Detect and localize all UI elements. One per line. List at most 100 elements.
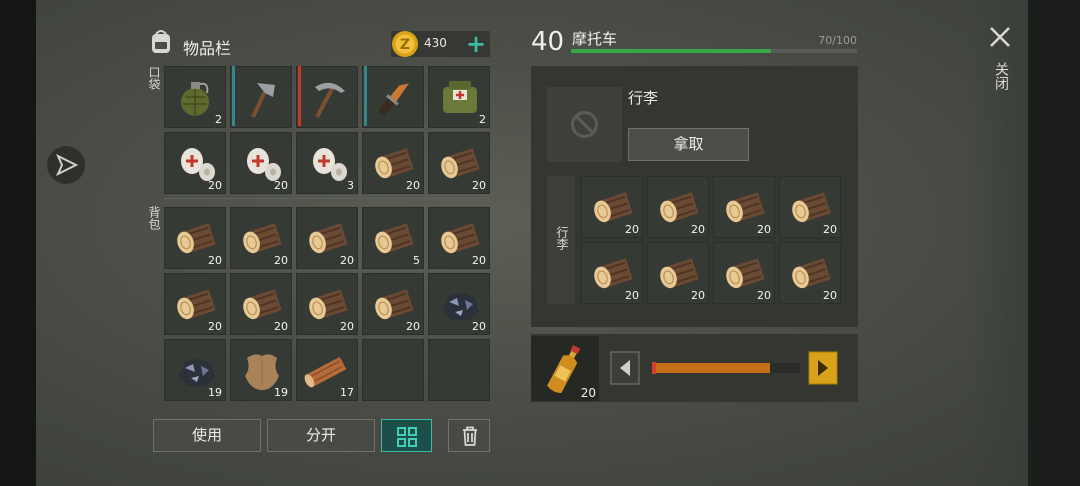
backpack-slot[interactable]: 20 <box>164 273 226 335</box>
take-button[interactable]: 拿取 <box>628 128 749 161</box>
item-count: 20 <box>757 223 771 236</box>
item-count: 17 <box>340 386 354 399</box>
pocket-slot[interactable]: 20 <box>164 132 226 194</box>
backpack-slot[interactable]: 20 <box>230 207 292 269</box>
medkit-icon <box>443 81 477 113</box>
item-count: 5 <box>413 254 420 267</box>
vehicle-capacity: 70/100 <box>818 34 857 47</box>
navigation-arrow-icon <box>55 153 79 177</box>
slider-increase-button[interactable] <box>808 351 838 385</box>
no-item-icon <box>571 111 598 138</box>
grid-view-button[interactable] <box>381 419 432 452</box>
item-count: 20 <box>472 320 486 333</box>
backpack-slot[interactable]: 5 <box>362 207 424 269</box>
vehicle-name: 摩托车 <box>572 30 618 48</box>
pocket-slot[interactable]: 2 <box>428 66 490 128</box>
close-button[interactable] <box>985 22 1015 52</box>
pocket-slot[interactable]: 20 <box>428 132 490 194</box>
arrow-left-icon <box>610 351 640 385</box>
fuel-slot[interactable]: 20 <box>531 336 599 401</box>
capacity-bar-fill <box>571 49 772 53</box>
item-count: 20 <box>691 289 705 302</box>
luggage-side-label: 行李 <box>555 226 569 250</box>
item-count: 20 <box>823 223 837 236</box>
backpack-slot[interactable]: 19 <box>230 339 292 401</box>
item-count: 2 <box>215 113 222 126</box>
backpack-icon <box>152 30 170 53</box>
backpack-empty-slot[interactable] <box>428 339 490 401</box>
section-divider <box>164 198 490 199</box>
backpack-slot[interactable]: 20 <box>296 207 358 269</box>
backpack-empty-slot[interactable] <box>362 339 424 401</box>
quantity-slider-handle[interactable] <box>652 362 656 374</box>
bandage-icon <box>313 148 347 181</box>
slider-decrease-button[interactable] <box>610 351 640 385</box>
pocket-slot[interactable]: 20 <box>362 132 424 194</box>
luggage-side-tab: 行李 <box>547 176 575 304</box>
vehicle-level: 40 <box>531 27 565 57</box>
item-count: 20 <box>625 223 639 236</box>
luggage-preview-slot <box>547 87 622 162</box>
add-coins-button[interactable]: + <box>464 31 488 57</box>
pocket-slot[interactable]: 2 <box>164 66 226 128</box>
item-count: 20 <box>340 254 354 267</box>
item-count: 20 <box>274 320 288 333</box>
knife-icon <box>378 83 410 116</box>
item-count: 20 <box>691 223 705 236</box>
luggage-slot[interactable]: 20 <box>779 176 841 238</box>
backpack-slot[interactable]: 17 <box>296 339 358 401</box>
backpack-slot[interactable]: 19 <box>164 339 226 401</box>
item-count: 20 <box>208 179 222 192</box>
item-count: 19 <box>274 386 288 399</box>
left-edge <box>0 0 36 486</box>
item-count: 20 <box>208 320 222 333</box>
pocket-slot[interactable] <box>230 66 292 128</box>
item-count: 20 <box>472 179 486 192</box>
item-count: 20 <box>625 289 639 302</box>
pocket-slot[interactable] <box>296 66 358 128</box>
backpack-slot[interactable]: 20 <box>230 273 292 335</box>
luggage-slot[interactable]: 20 <box>581 176 643 238</box>
split-button[interactable]: 分开 <box>267 419 375 452</box>
item-count: 20 <box>274 254 288 267</box>
item-count: 2 <box>479 113 486 126</box>
luggage-slot[interactable]: 20 <box>647 242 709 304</box>
item-count: 19 <box>208 386 222 399</box>
backpack-slot[interactable]: 20 <box>428 207 490 269</box>
item-count: 20 <box>406 320 420 333</box>
luggage-slot[interactable]: 20 <box>647 176 709 238</box>
item-count: 20 <box>340 320 354 333</box>
backpack-slot[interactable]: 20 <box>428 273 490 335</box>
log-icon <box>375 223 414 254</box>
item-count: 20 <box>823 289 837 302</box>
luggage-slot[interactable]: 20 <box>581 242 643 304</box>
durability-bar <box>298 66 301 126</box>
quantity-slider-fill <box>652 363 771 373</box>
compass-button[interactable] <box>47 146 85 184</box>
pocket-slot[interactable]: 20 <box>230 132 292 194</box>
backpack-slot[interactable]: 20 <box>164 207 226 269</box>
quantity-slider[interactable] <box>652 362 800 374</box>
coin-amount: 430 <box>424 36 447 50</box>
luggage-slot[interactable]: 20 <box>713 242 775 304</box>
pocket-label: 口袋 <box>147 66 161 90</box>
arrow-right-icon <box>808 351 838 385</box>
backpack-slot[interactable]: 20 <box>362 273 424 335</box>
item-count: 20 <box>406 179 420 192</box>
close-icon <box>990 27 1010 47</box>
luggage-slot[interactable]: 20 <box>779 242 841 304</box>
pocket-slot[interactable] <box>362 66 424 128</box>
grid-icon <box>397 427 417 447</box>
item-count: 20 <box>472 254 486 267</box>
backpack-slot[interactable]: 20 <box>296 273 358 335</box>
luggage-slot[interactable]: 20 <box>713 176 775 238</box>
close-label[interactable]: 关闭 <box>991 62 1011 90</box>
hatchet-icon <box>251 83 275 118</box>
right-edge <box>1028 0 1080 486</box>
pocket-slot[interactable]: 3 <box>296 132 358 194</box>
svg-text:Z: Z <box>400 37 410 53</box>
trash-icon <box>463 426 477 446</box>
trash-button[interactable] <box>448 419 490 452</box>
use-button[interactable]: 使用 <box>153 419 261 452</box>
fuel-count: 20 <box>580 386 596 400</box>
